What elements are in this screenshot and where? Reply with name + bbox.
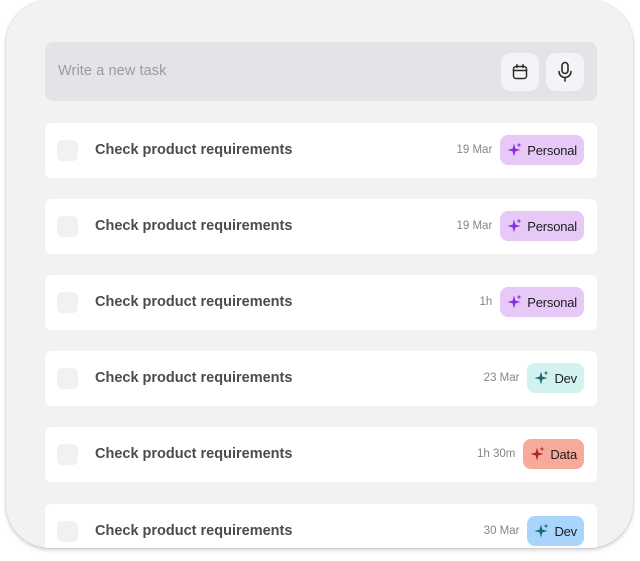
task-tag[interactable]: Personal xyxy=(500,287,584,317)
task-date: 23 Mar xyxy=(483,372,520,384)
task-tag-label: Dev xyxy=(554,370,577,386)
task-tag-label: Data xyxy=(550,446,577,462)
task-meta: 30 Mar Dev xyxy=(484,516,584,546)
task-row[interactable]: Check product requirements 30 Mar Dev xyxy=(45,504,597,548)
sparkle-icon xyxy=(506,218,522,234)
task-meta: 23 Mar Dev xyxy=(484,363,584,393)
task-title: Check product requirements xyxy=(95,370,293,386)
task-date: 19 Mar xyxy=(456,220,493,232)
task-checkbox[interactable] xyxy=(57,292,78,313)
task-checkbox[interactable] xyxy=(57,140,78,161)
task-row[interactable]: Check product requirements 19 Mar Person… xyxy=(45,199,597,254)
task-meta: 1h 30m Data xyxy=(477,439,584,469)
sparkle-icon xyxy=(529,446,545,462)
calendar-button[interactable] xyxy=(501,53,539,91)
task-title: Check product requirements xyxy=(95,523,293,539)
task-checkbox[interactable] xyxy=(57,368,78,389)
task-tag-label: Personal xyxy=(527,294,577,310)
new-task-input[interactable]: Write a new task xyxy=(58,63,167,79)
sparkle-icon xyxy=(506,294,522,310)
task-tag[interactable]: Dev xyxy=(527,363,584,393)
task-meta: 19 Mar Personal xyxy=(456,211,584,241)
task-tag-label: Personal xyxy=(527,218,577,234)
task-tag[interactable]: Dev xyxy=(527,516,584,546)
sparkle-icon xyxy=(506,142,522,158)
task-row[interactable]: Check product requirements 1h 30m Data xyxy=(45,427,597,482)
task-checkbox[interactable] xyxy=(57,216,78,237)
task-meta: 1h Personal xyxy=(479,287,584,317)
calendar-icon xyxy=(512,64,528,80)
task-title: Check product requirements xyxy=(95,294,293,310)
task-row[interactable]: Check product requirements 19 Mar Person… xyxy=(45,123,597,178)
new-task-composer[interactable]: Write a new task xyxy=(45,42,597,101)
task-date: 1h 30m xyxy=(476,448,516,460)
task-tag-label: Personal xyxy=(527,142,577,158)
task-row[interactable]: Check product requirements 23 Mar Dev xyxy=(45,351,597,406)
task-title: Check product requirements xyxy=(95,142,293,158)
task-checkbox[interactable] xyxy=(57,521,78,542)
task-tag[interactable]: Personal xyxy=(500,211,584,241)
task-tag[interactable]: Personal xyxy=(500,135,584,165)
task-title: Check product requirements xyxy=(95,446,293,462)
task-row[interactable]: Check product requirements 1h Personal xyxy=(45,275,597,330)
task-date: 30 Mar xyxy=(483,525,520,537)
task-meta: 19 Mar Personal xyxy=(456,135,584,165)
task-title: Check product requirements xyxy=(95,218,293,234)
sparkle-icon xyxy=(533,523,549,539)
sparkle-icon xyxy=(533,370,549,386)
task-date: 19 Mar xyxy=(456,144,493,156)
task-tag-label: Dev xyxy=(554,523,577,539)
microphone-icon xyxy=(558,61,572,82)
task-date: 1h xyxy=(479,296,493,308)
task-tag[interactable]: Data xyxy=(523,439,584,469)
task-checkbox[interactable] xyxy=(57,444,78,465)
microphone-button[interactable] xyxy=(546,53,584,91)
task-panel: Write a new task Check product requireme… xyxy=(6,0,633,548)
